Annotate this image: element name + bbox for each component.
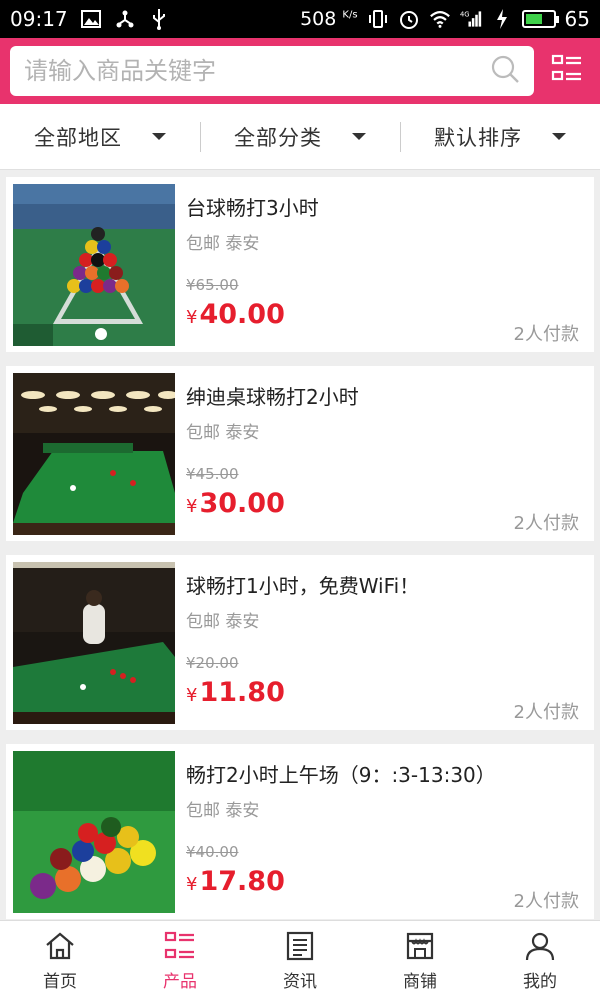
svg-text:4G: 4G — [460, 10, 470, 18]
news-icon — [283, 929, 317, 963]
product-image — [13, 562, 175, 724]
nav-home[interactable]: 首页 — [0, 921, 120, 1000]
nav-store[interactable]: 商铺 — [360, 921, 480, 1000]
filter-label: 全部地区 — [34, 125, 122, 150]
product-tags: 包邮 泰安 — [186, 612, 260, 632]
battery-level: 65 — [564, 7, 590, 31]
nav-products[interactable]: 产品 — [120, 921, 240, 1000]
product-card[interactable]: 球畅打1小时，免费WiFi！ 包邮 泰安 ¥20.00 ¥11.80 2人付款 — [6, 555, 594, 730]
list-menu-button[interactable] — [544, 48, 590, 94]
nav-label: 商铺 — [403, 972, 437, 992]
product-card[interactable]: 畅打2小时上午场（9：:3-13:30） 包邮 泰安 ¥40.00 ¥17.80… — [6, 744, 594, 919]
filter-label: 全部分类 — [234, 125, 322, 150]
nav-label: 资讯 — [283, 972, 317, 992]
caret-down-icon — [352, 133, 366, 140]
product-title[interactable]: 绅迪桌球畅打2小时 — [186, 381, 580, 410]
nav-label: 首页 — [43, 972, 77, 992]
product-tags: 包邮 泰安 — [186, 801, 260, 821]
product-info: 台球畅打3小时 包邮 泰安 ¥65.00 ¥40.00 2人付款 — [175, 184, 594, 352]
product-title[interactable]: 畅打2小时上午场（9：:3-13:30） — [186, 759, 580, 788]
sales-count: 2人付款 — [513, 513, 579, 534]
product-title[interactable]: 球畅打1小时，免费WiFi！ — [186, 570, 580, 599]
nav-news[interactable]: 资讯 — [240, 921, 360, 1000]
product-image — [13, 751, 175, 913]
sales-count: 2人付款 — [513, 891, 579, 912]
status-time: 09:17 — [10, 7, 68, 31]
product-card[interactable]: 台球畅打3小时 包邮 泰安 ¥65.00 ¥40.00 2人付款 — [6, 177, 594, 352]
search-box — [10, 46, 534, 96]
filter-region[interactable]: 全部地区 — [0, 104, 200, 169]
original-price: ¥65.00 — [186, 276, 239, 294]
nav-label: 我的 — [523, 972, 557, 992]
product-price: ¥40.00 — [186, 299, 285, 330]
search-icon[interactable] — [490, 54, 520, 88]
search-header — [0, 38, 600, 104]
image-icon — [80, 8, 102, 30]
store-icon — [403, 929, 437, 963]
product-image — [13, 184, 175, 346]
original-price: ¥40.00 — [186, 843, 239, 861]
product-price: ¥17.80 — [186, 866, 285, 897]
cellular-signal-icon: 4G — [460, 8, 482, 30]
filter-label: 默认排序 — [434, 125, 522, 150]
product-card[interactable]: 绅迪桌球畅打2小时 包邮 泰安 ¥45.00 ¥30.00 2人付款 — [6, 366, 594, 541]
user-icon — [523, 929, 557, 963]
product-price: ¥11.80 — [186, 677, 285, 708]
filter-sort[interactable]: 默认排序 — [400, 104, 600, 169]
list-menu-icon — [551, 53, 583, 89]
product-image — [13, 373, 175, 535]
product-title[interactable]: 台球畅打3小时 — [186, 192, 580, 221]
product-info: 球畅打1小时，免费WiFi！ 包邮 泰安 ¥20.00 ¥11.80 2人付款 — [175, 562, 594, 730]
product-price: ¥30.00 — [186, 488, 285, 519]
home-icon — [43, 929, 77, 963]
product-tags: 包邮 泰安 — [186, 423, 260, 443]
original-price: ¥45.00 — [186, 465, 239, 483]
charging-icon — [491, 8, 513, 30]
product-info: 畅打2小时上午场（9：:3-13:30） 包邮 泰安 ¥40.00 ¥17.80… — [175, 751, 594, 919]
usb-icon — [148, 8, 170, 30]
filter-bar: 全部地区 全部分类 默认排序 — [0, 104, 600, 170]
search-input[interactable] — [24, 57, 490, 85]
sales-count: 2人付款 — [513, 702, 579, 723]
vibrate-icon — [367, 8, 389, 30]
nav-profile[interactable]: 我的 — [480, 921, 600, 1000]
status-bar: 09:17 508 K/s 4G 65 — [0, 0, 600, 38]
battery-icon — [521, 10, 559, 28]
net-speed: 508 K/s — [300, 8, 358, 30]
product-list: 台球畅打3小时 包邮 泰安 ¥65.00 ¥40.00 2人付款 绅迪桌球畅打2… — [0, 170, 600, 920]
product-info: 绅迪桌球畅打2小时 包邮 泰安 ¥45.00 ¥30.00 2人付款 — [175, 373, 594, 541]
caret-down-icon — [552, 133, 566, 140]
share-icon — [114, 8, 136, 30]
caret-down-icon — [152, 133, 166, 140]
alarm-icon — [398, 8, 420, 30]
filter-category[interactable]: 全部分类 — [200, 104, 400, 169]
wifi-icon — [429, 8, 451, 30]
product-list-icon — [163, 929, 197, 963]
sales-count: 2人付款 — [513, 324, 579, 345]
original-price: ¥20.00 — [186, 654, 239, 672]
nav-label: 产品 — [163, 972, 197, 992]
bottom-nav: 首页 产品 资讯 商铺 我的 — [0, 920, 600, 1000]
product-tags: 包邮 泰安 — [186, 234, 260, 254]
